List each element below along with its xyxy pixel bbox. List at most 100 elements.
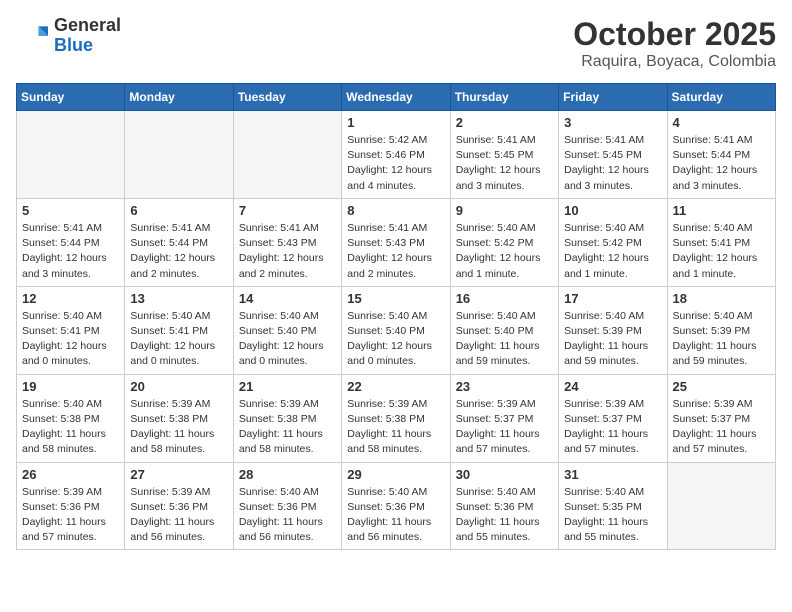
day-number: 14 xyxy=(239,291,336,306)
day-info: Sunrise: 5:39 AMSunset: 5:38 PMDaylight:… xyxy=(239,397,336,458)
calendar-row: 19 Sunrise: 5:40 AMSunset: 5:38 PMDayligh… xyxy=(17,374,776,462)
calendar-cell: 2 Sunrise: 5:41 AMSunset: 5:45 PMDaylight… xyxy=(450,111,558,199)
calendar-cell: 31Sunrise: 5:40 AMSunset: 5:35 PMDayligh… xyxy=(559,462,667,550)
calendar-cell: 4Sunrise: 5:41 AMSunset: 5:44 PMDaylight… xyxy=(667,111,775,199)
page-header: General Blue October 2025 Raquira, Boyac… xyxy=(16,16,776,71)
day-info: Sunrise: 5:41 AMSunset: 5:43 PMDaylight:… xyxy=(347,221,444,282)
day-number: 8 xyxy=(347,203,444,218)
day-info: Sunrise: 5:40 AMSunset: 5:40 PMDaylight:… xyxy=(456,309,553,370)
calendar-cell: 9Sunrise: 5:40 AMSunset: 5:42 PMDaylight… xyxy=(450,198,558,286)
calendar-cell: 30Sunrise: 5:40 AMSunset: 5:36 PMDayligh… xyxy=(450,462,558,550)
day-info: Sunrise: 5:40 AMSunset: 5:35 PMDaylight:… xyxy=(564,485,661,546)
weekday-header: Sunday xyxy=(17,84,125,111)
day-number: 20 xyxy=(130,379,227,394)
day-number: 2 xyxy=(456,115,553,130)
day-info: Sunrise: 5:40 AMSunset: 5:40 PMDaylight:… xyxy=(239,309,336,370)
calendar-cell: 7Sunrise: 5:41 AMSunset: 5:43 PMDaylight… xyxy=(233,198,341,286)
day-info: Sunrise: 5:40 AMSunset: 5:39 PMDaylight:… xyxy=(564,309,661,370)
calendar-cell: 15Sunrise: 5:40 AMSunset: 5:40 PMDayligh… xyxy=(342,286,450,374)
calendar-cell xyxy=(125,111,233,199)
calendar-cell: 10Sunrise: 5:40 AMSunset: 5:42 PMDayligh… xyxy=(559,198,667,286)
calendar-cell xyxy=(233,111,341,199)
day-info: Sunrise: 5:40 AMSunset: 5:42 PMDaylight:… xyxy=(564,221,661,282)
day-info: Sunrise: 5:39 AMSunset: 5:36 PMDaylight:… xyxy=(22,485,119,546)
day-info: Sunrise: 5:40 AMSunset: 5:39 PMDaylight:… xyxy=(673,309,770,370)
calendar-cell xyxy=(667,462,775,550)
weekday-header: Tuesday xyxy=(233,84,341,111)
day-number: 16 xyxy=(456,291,553,306)
day-info: Sunrise: 5:39 AMSunset: 5:38 PMDaylight:… xyxy=(130,397,227,458)
calendar-cell: 8 Sunrise: 5:41 AMSunset: 5:43 PMDaylight… xyxy=(342,198,450,286)
calendar-cell: 11 Sunrise: 5:40 AMSunset: 5:41 PMDayligh… xyxy=(667,198,775,286)
calendar-cell: 16 Sunrise: 5:40 AMSunset: 5:40 PMDayligh… xyxy=(450,286,558,374)
calendar-cell: 26 Sunrise: 5:39 AMSunset: 5:36 PMDayligh… xyxy=(17,462,125,550)
calendar-cell: 22Sunrise: 5:39 AMSunset: 5:38 PMDayligh… xyxy=(342,374,450,462)
day-info: Sunrise: 5:39 AMSunset: 5:36 PMDaylight:… xyxy=(130,485,227,546)
calendar-cell: 12 Sunrise: 5:40 AMSunset: 5:41 PMDayligh… xyxy=(17,286,125,374)
calendar-cell: 20 Sunrise: 5:39 AMSunset: 5:38 PMDayligh… xyxy=(125,374,233,462)
day-number: 13 xyxy=(130,291,227,306)
calendar-cell: 29 Sunrise: 5:40 AMSunset: 5:36 PMDayligh… xyxy=(342,462,450,550)
calendar-row: 1Sunrise: 5:42 AMSunset: 5:46 PMDaylight… xyxy=(17,111,776,199)
day-info: Sunrise: 5:40 AMSunset: 5:41 PMDaylight:… xyxy=(130,309,227,370)
calendar-row: 12 Sunrise: 5:40 AMSunset: 5:41 PMDayligh… xyxy=(17,286,776,374)
calendar-cell: 28Sunrise: 5:40 AMSunset: 5:36 PMDayligh… xyxy=(233,462,341,550)
weekday-header: Friday xyxy=(559,84,667,111)
day-info: Sunrise: 5:41 AMSunset: 5:44 PMDaylight:… xyxy=(130,221,227,282)
day-number: 15 xyxy=(347,291,444,306)
calendar-cell: 13 Sunrise: 5:40 AMSunset: 5:41 PMDayligh… xyxy=(125,286,233,374)
day-number: 27 xyxy=(130,467,227,482)
day-info: Sunrise: 5:41 AMSunset: 5:43 PMDaylight:… xyxy=(239,221,336,282)
title-block: October 2025 Raquira, Boyaca, Colombia xyxy=(573,16,776,71)
day-info: Sunrise: 5:41 AMSunset: 5:44 PMDaylight:… xyxy=(22,221,119,282)
calendar-cell: 23 Sunrise: 5:39 AMSunset: 5:37 PMDayligh… xyxy=(450,374,558,462)
day-info: Sunrise: 5:39 AMSunset: 5:37 PMDaylight:… xyxy=(456,397,553,458)
logo-icon xyxy=(16,20,48,52)
calendar-row: 5Sunrise: 5:41 AMSunset: 5:44 PMDaylight… xyxy=(17,198,776,286)
weekday-header: Wednesday xyxy=(342,84,450,111)
day-number: 3 xyxy=(564,115,661,130)
calendar-table: SundayMondayTuesdayWednesdayThursdayFrid… xyxy=(16,83,776,550)
day-info: Sunrise: 5:41 AMSunset: 5:45 PMDaylight:… xyxy=(456,133,553,194)
calendar-cell: 6 Sunrise: 5:41 AMSunset: 5:44 PMDaylight… xyxy=(125,198,233,286)
calendar-cell xyxy=(17,111,125,199)
day-info: Sunrise: 5:39 AMSunset: 5:37 PMDaylight:… xyxy=(673,397,770,458)
day-number: 9 xyxy=(456,203,553,218)
day-info: Sunrise: 5:40 AMSunset: 5:41 PMDaylight:… xyxy=(22,309,119,370)
calendar-cell: 5Sunrise: 5:41 AMSunset: 5:44 PMDaylight… xyxy=(17,198,125,286)
calendar-cell: 21 Sunrise: 5:39 AMSunset: 5:38 PMDayligh… xyxy=(233,374,341,462)
day-info: Sunrise: 5:40 AMSunset: 5:38 PMDaylight:… xyxy=(22,397,119,458)
day-number: 12 xyxy=(22,291,119,306)
day-number: 25 xyxy=(673,379,770,394)
day-number: 1 xyxy=(347,115,444,130)
logo-blue: Blue xyxy=(54,36,121,56)
weekday-header: Monday xyxy=(125,84,233,111)
location: Raquira, Boyaca, Colombia xyxy=(573,53,776,71)
logo: General Blue xyxy=(16,16,121,56)
day-number: 24 xyxy=(564,379,661,394)
day-info: Sunrise: 5:41 AMSunset: 5:45 PMDaylight:… xyxy=(564,133,661,194)
logo-text: General Blue xyxy=(54,16,121,56)
calendar-cell: 14 Sunrise: 5:40 AMSunset: 5:40 PMDayligh… xyxy=(233,286,341,374)
day-number: 21 xyxy=(239,379,336,394)
weekday-header-row: SundayMondayTuesdayWednesdayThursdayFrid… xyxy=(17,84,776,111)
day-info: Sunrise: 5:39 AMSunset: 5:37 PMDaylight:… xyxy=(564,397,661,458)
calendar-cell: 1Sunrise: 5:42 AMSunset: 5:46 PMDaylight… xyxy=(342,111,450,199)
day-info: Sunrise: 5:40 AMSunset: 5:36 PMDaylight:… xyxy=(239,485,336,546)
calendar-cell: 25 Sunrise: 5:39 AMSunset: 5:37 PMDayligh… xyxy=(667,374,775,462)
day-info: Sunrise: 5:40 AMSunset: 5:41 PMDaylight:… xyxy=(673,221,770,282)
day-info: Sunrise: 5:40 AMSunset: 5:36 PMDaylight:… xyxy=(347,485,444,546)
day-number: 6 xyxy=(130,203,227,218)
weekday-header: Thursday xyxy=(450,84,558,111)
day-number: 26 xyxy=(22,467,119,482)
calendar-cell: 24 Sunrise: 5:39 AMSunset: 5:37 PMDayligh… xyxy=(559,374,667,462)
day-info: Sunrise: 5:39 AMSunset: 5:38 PMDaylight:… xyxy=(347,397,444,458)
day-number: 23 xyxy=(456,379,553,394)
day-number: 29 xyxy=(347,467,444,482)
day-info: Sunrise: 5:41 AMSunset: 5:44 PMDaylight:… xyxy=(673,133,770,194)
logo-general: General xyxy=(54,16,121,36)
day-info: Sunrise: 5:40 AMSunset: 5:36 PMDaylight:… xyxy=(456,485,553,546)
day-number: 11 xyxy=(673,203,770,218)
day-number: 17 xyxy=(564,291,661,306)
day-number: 19 xyxy=(22,379,119,394)
